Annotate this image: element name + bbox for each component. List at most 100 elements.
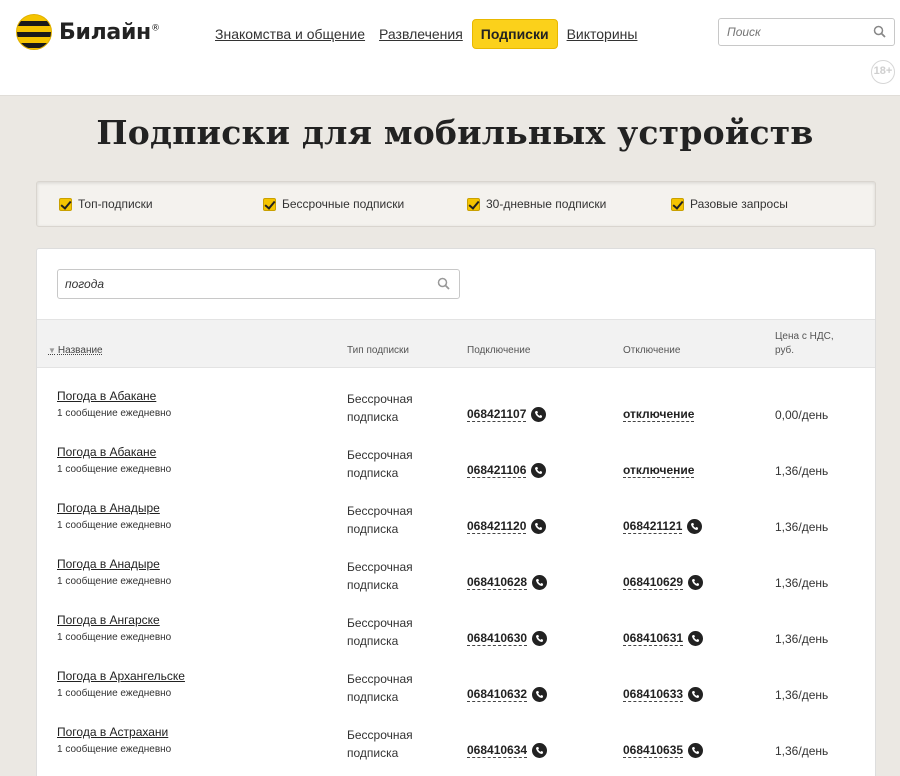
disconnect-cell: отключение xyxy=(623,463,695,478)
column-name-sortable[interactable]: ▼ Название xyxy=(48,344,103,358)
filter-unlimited[interactable]: Бессрочные подписки xyxy=(263,197,404,211)
phone-icon[interactable] xyxy=(531,407,547,422)
checkbox-checked-icon[interactable] xyxy=(263,197,276,211)
table-row: Погода в Архангельске 1 сообщение ежедне… xyxy=(37,669,875,725)
registered-mark: ® xyxy=(150,23,160,34)
column-disconnect: Отключение xyxy=(623,345,681,356)
disconnect-number[interactable]: 068410629 xyxy=(623,575,684,590)
name-cell: Погода в Абакане 1 сообщение ежедневно xyxy=(57,445,171,475)
table-row: Погода в Астрахани 1 сообщение ежедневно… xyxy=(37,725,875,776)
disconnect-cell: 068410633 xyxy=(623,687,704,702)
disconnect-cell: 068410635 xyxy=(623,743,704,758)
subscription-description: 1 сообщение ежедневно xyxy=(57,688,172,699)
table-row: Погода в Анадыре 1 сообщение ежедневно Б… xyxy=(37,557,875,613)
subscription-name-link[interactable]: Погода в Астрахани xyxy=(57,725,171,739)
filter-top[interactable]: Топ-подписки xyxy=(59,197,153,211)
phone-icon[interactable] xyxy=(532,743,548,758)
nav-entertainment[interactable]: Развлечения xyxy=(374,20,468,48)
subscription-description: 1 сообщение ежедневно xyxy=(57,464,172,475)
name-cell: Погода в Анадыре 1 сообщение ежедневно xyxy=(57,501,171,531)
subscription-description: 1 сообщение ежедневно xyxy=(57,408,172,419)
price: 1,36/день xyxy=(775,464,829,478)
subscription-search xyxy=(57,269,460,299)
table-row: Погода в Абакане 1 сообщение ежедневно Б… xyxy=(37,445,875,501)
table-header: ▼ Название Тип подписки Подключение Отклю… xyxy=(37,319,875,368)
magnifier-icon[interactable] xyxy=(437,277,450,295)
filter-label: Разовые запросы xyxy=(690,197,788,211)
checkbox-checked-icon[interactable] xyxy=(467,197,480,211)
subscription-name-link[interactable]: Погода в Анадыре xyxy=(57,557,171,571)
phone-icon[interactable] xyxy=(531,463,547,478)
filter-30-day[interactable]: 30-дневные подписки xyxy=(467,197,606,211)
connect-number[interactable]: 068421107 xyxy=(467,407,527,422)
phone-icon[interactable] xyxy=(688,631,704,646)
header-search-input[interactable] xyxy=(727,19,867,45)
price: 1,36/день xyxy=(775,520,829,534)
subscription-search-input[interactable] xyxy=(65,270,425,298)
filter-label: Бессрочные подписки xyxy=(282,197,405,211)
nav-quizzes[interactable]: Викторины xyxy=(562,20,643,48)
phone-icon[interactable] xyxy=(532,631,548,646)
price: 1,36/день xyxy=(775,576,829,590)
sort-arrow-icon: ▼ xyxy=(48,346,56,355)
header-search xyxy=(718,18,895,46)
main-nav: Знакомства и общение Развлечения Подписк… xyxy=(210,19,646,49)
connect-cell: 068410630 xyxy=(467,631,548,646)
price: 1,36/день xyxy=(775,744,829,758)
disconnect-link[interactable]: отключение xyxy=(623,407,695,422)
nav-subscriptions[interactable]: Подписки xyxy=(471,19,558,49)
disconnect-number[interactable]: 068410635 xyxy=(623,743,684,758)
subscription-name-link[interactable]: Погода в Анадыре xyxy=(57,501,171,515)
connect-cell: 068421120 xyxy=(467,519,547,534)
connect-cell: 068410632 xyxy=(467,687,548,702)
connect-number[interactable]: 068410628 xyxy=(467,575,528,590)
filter-label: 30-дневные подписки xyxy=(486,197,607,211)
disconnect-number[interactable]: 068410633 xyxy=(623,687,684,702)
subscription-type: Бессрочная подписка xyxy=(347,392,413,424)
connect-number[interactable]: 068410632 xyxy=(467,687,528,702)
logo-mark-icon xyxy=(16,14,52,50)
logo-text: Билайн® xyxy=(59,19,160,45)
table-row: Погода в Ангарске 1 сообщение ежедневно … xyxy=(37,613,875,669)
subscription-name-link[interactable]: Погода в Архангельске xyxy=(57,669,185,683)
name-cell: Погода в Анадыре 1 сообщение ежедневно xyxy=(57,557,171,587)
disconnect-number[interactable]: 068410631 xyxy=(623,631,684,646)
connect-cell: 068421107 xyxy=(467,407,547,422)
subscription-name-link[interactable]: Погода в Абакане xyxy=(57,445,171,459)
checkbox-checked-icon[interactable] xyxy=(671,197,684,211)
subscription-description: 1 сообщение ежедневно xyxy=(57,632,172,643)
beeline-logo[interactable]: Билайн® xyxy=(16,14,160,50)
phone-icon[interactable] xyxy=(687,519,703,534)
age-rating-badge: 18+ xyxy=(871,60,895,84)
phone-icon[interactable] xyxy=(532,575,548,590)
column-type: Тип подписки xyxy=(347,345,410,356)
subscription-type: Бессрочная подписка xyxy=(347,672,413,704)
disconnect-cell: отключение xyxy=(623,407,695,422)
phone-icon[interactable] xyxy=(688,743,704,758)
price: 0,00/день xyxy=(775,408,829,422)
filter-one-time[interactable]: Разовые запросы xyxy=(671,197,788,211)
connect-number[interactable]: 068421120 xyxy=(467,519,527,534)
subscription-name-link[interactable]: Погода в Абакане xyxy=(57,389,171,403)
phone-icon[interactable] xyxy=(532,687,548,702)
subscription-type: Бессрочная подписка xyxy=(347,504,413,536)
subscription-description: 1 сообщение ежедневно xyxy=(57,744,172,755)
table-row: Погода в Анадыре 1 сообщение ежедневно Б… xyxy=(37,501,875,557)
subscription-type: Бессрочная подписка xyxy=(347,728,413,760)
connect-cell: 068410634 xyxy=(467,743,548,758)
subscription-description: 1 сообщение ежедневно xyxy=(57,576,172,587)
magnifier-icon[interactable] xyxy=(873,25,886,43)
connect-number[interactable]: 068410630 xyxy=(467,631,528,646)
subscription-name-link[interactable]: Погода в Ангарске xyxy=(57,613,171,627)
nav-dating[interactable]: Знакомства и общение xyxy=(210,20,370,48)
checkbox-checked-icon[interactable] xyxy=(59,197,72,211)
phone-icon[interactable] xyxy=(688,575,704,590)
connect-number[interactable]: 068421106 xyxy=(467,463,527,478)
disconnect-number[interactable]: 068421121 xyxy=(623,519,683,534)
disconnect-cell: 068421121 xyxy=(623,519,703,534)
subscription-type: Бессрочная подписка xyxy=(347,448,413,480)
phone-icon[interactable] xyxy=(531,519,547,534)
disconnect-link[interactable]: отключение xyxy=(623,463,695,478)
connect-number[interactable]: 068410634 xyxy=(467,743,528,758)
phone-icon[interactable] xyxy=(688,687,704,702)
